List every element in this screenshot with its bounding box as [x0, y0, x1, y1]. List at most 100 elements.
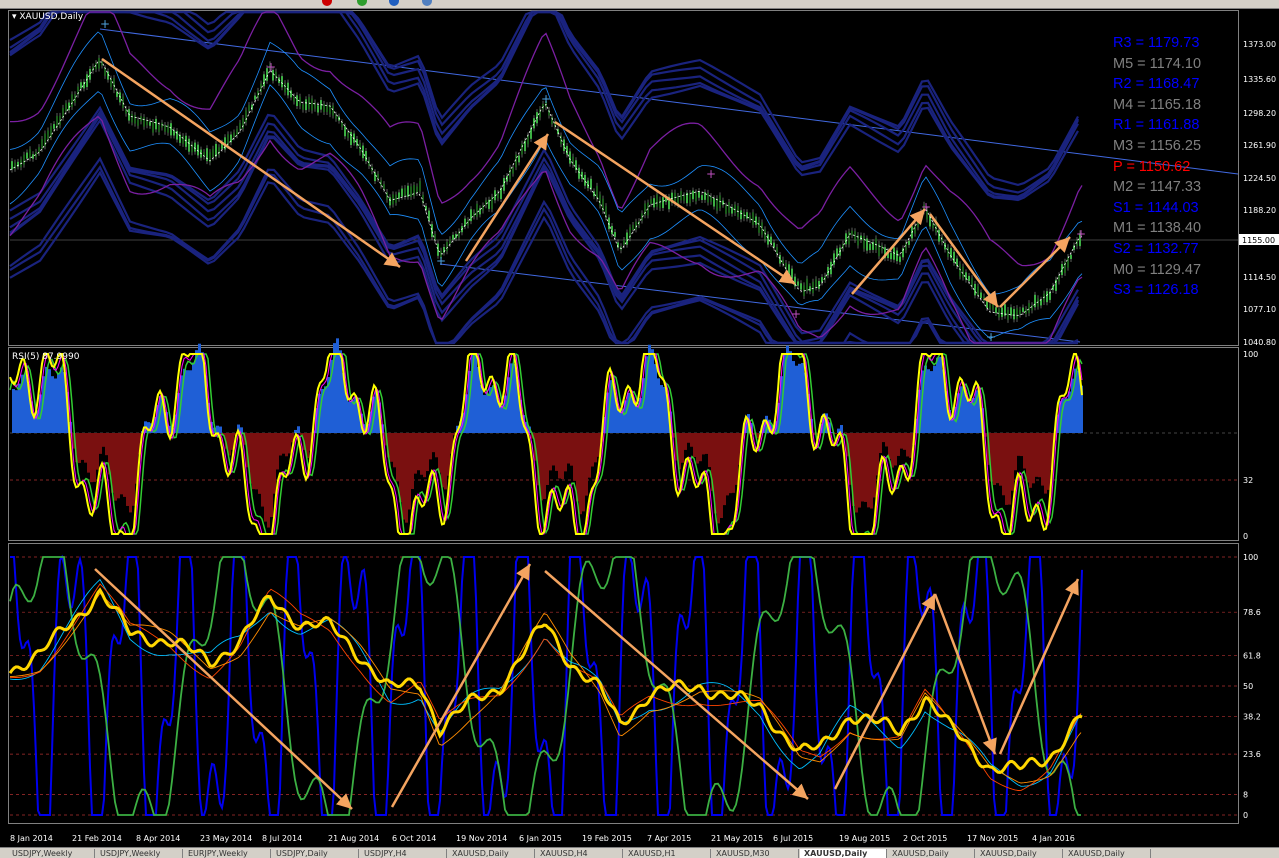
rsi-histogram-bar: [546, 433, 549, 485]
price-axis-label: 1224.50: [1243, 174, 1276, 183]
rsi-histogram-bar: [219, 426, 222, 433]
candle-body: [632, 225, 634, 231]
candle-body: [1067, 256, 1069, 268]
candle-body: [623, 240, 625, 246]
rsi-histogram-bar: [405, 433, 408, 523]
rsi-histogram-bar: [81, 433, 84, 460]
date-axis-label: 23 May 2014: [200, 834, 252, 843]
candle-body: [206, 148, 208, 162]
candle-body: [350, 132, 352, 145]
candle-body: [518, 155, 520, 163]
candle-body: [317, 105, 319, 113]
candle-body: [740, 210, 742, 220]
rsi-histogram-bar: [585, 433, 588, 496]
pivot-level: M4 = 1165.18: [1113, 96, 1202, 113]
candle-body: [245, 110, 247, 123]
rsi-histogram-bar: [486, 393, 489, 433]
candle-body: [137, 119, 139, 126]
stoch-ma-line: [10, 583, 1082, 791]
candle-body: [152, 122, 154, 133]
rsi-histogram-bar: [390, 433, 393, 462]
rsi-histogram-bar: [789, 351, 792, 433]
chart-area[interactable]: + + + + + + + + + 1373.00 1335.60 1298.20 1261.90 12…: [0, 9, 1279, 847]
candle-body: [431, 224, 433, 237]
pivot-level: M3 = 1156.25: [1113, 137, 1202, 154]
rsi-histogram-bar: [15, 390, 18, 433]
chart-canvas[interactable]: +++++++++ 1373.001335.601298.201261.9012…: [0, 9, 1279, 847]
current-price-label: 1155.00: [1242, 236, 1275, 245]
candle-body: [611, 225, 613, 235]
candle-body: [281, 76, 283, 88]
candle-body: [365, 151, 367, 162]
rsi-histogram-bar: [12, 389, 15, 433]
rsi-histogram-bar: [699, 433, 702, 462]
stoch-axis-label: 38.2: [1243, 712, 1261, 721]
candle-body: [704, 192, 706, 200]
window-icon[interactable]: [422, 0, 432, 6]
candle-body: [29, 149, 31, 159]
add-icon[interactable]: [357, 0, 367, 6]
candle-body: [980, 292, 982, 299]
candle-body: [983, 296, 985, 301]
rsi-histogram-bar: [513, 363, 516, 433]
candle-body: [65, 103, 67, 112]
rsi-histogram-bar: [1026, 433, 1029, 483]
rsi-histogram-bar: [855, 433, 858, 513]
candle-body: [302, 104, 304, 110]
candle-body: [1016, 308, 1018, 320]
candle-body: [710, 196, 712, 202]
candle-body: [869, 243, 871, 251]
candle-body: [1058, 275, 1060, 282]
candle-body: [323, 103, 325, 112]
candle-body: [32, 154, 34, 159]
candle-body: [476, 203, 478, 217]
rsi-histogram-bar: [324, 386, 327, 433]
trend-arrow: [544, 570, 809, 800]
rsi-histogram-bar: [216, 425, 219, 433]
toolbar-icon[interactable]: [322, 0, 332, 6]
rsi-histogram-bar: [1005, 433, 1008, 505]
pivot-level: M0 = 1129.47: [1113, 261, 1202, 278]
candle-body: [377, 174, 379, 179]
rsi-histogram-bar: [861, 433, 864, 502]
rsi-histogram-bar: [696, 433, 699, 464]
rsi-histogram-bar: [906, 433, 909, 457]
rsi-histogram-bar: [195, 350, 198, 433]
rsi-histogram-bar: [864, 433, 867, 502]
candle-body: [812, 281, 814, 294]
rsi-histogram-bar: [927, 369, 930, 433]
stoch-axis-label: 100: [1243, 553, 1258, 562]
candle-body: [509, 167, 511, 179]
rsi-histogram-bar: [480, 384, 483, 433]
pivot-level: S3 = 1126.18: [1113, 282, 1199, 299]
candle-body: [1028, 303, 1030, 314]
rsi-histogram-bar: [999, 433, 1002, 486]
rsi-histogram-bar: [270, 433, 273, 518]
candle-body: [761, 222, 763, 235]
rsi-histogram-bar: [1041, 433, 1044, 486]
candle-body: [680, 191, 682, 201]
candle-body: [815, 279, 817, 288]
rsi-histogram-bar: [426, 433, 429, 472]
candle-body: [146, 120, 148, 126]
rsi-histogram-bar: [660, 385, 663, 433]
rsi-histogram-bar: [435, 433, 438, 458]
rsi-histogram-bar: [723, 433, 726, 506]
rsi-histogram-bar: [279, 433, 282, 456]
rsi-histogram-bar: [879, 433, 882, 453]
rsi-histogram-bar: [120, 433, 123, 495]
rsi-histogram-bar: [894, 433, 897, 466]
candle-body: [212, 148, 214, 158]
date-axis-label: 7 Apr 2015: [647, 834, 691, 843]
candle-body: [80, 82, 82, 89]
candle-body: [725, 205, 727, 214]
stoch-axis-label: 23.6: [1243, 750, 1261, 759]
candle-body: [485, 200, 487, 206]
stochastic-pane: [8, 554, 1238, 816]
candle-body: [143, 117, 145, 127]
rsi-histogram-bar: [93, 433, 96, 482]
rsi-histogram-bar: [294, 429, 297, 433]
globe-icon[interactable]: [389, 0, 399, 6]
candle-body: [776, 247, 778, 255]
rsi-histogram-bar: [930, 371, 933, 433]
